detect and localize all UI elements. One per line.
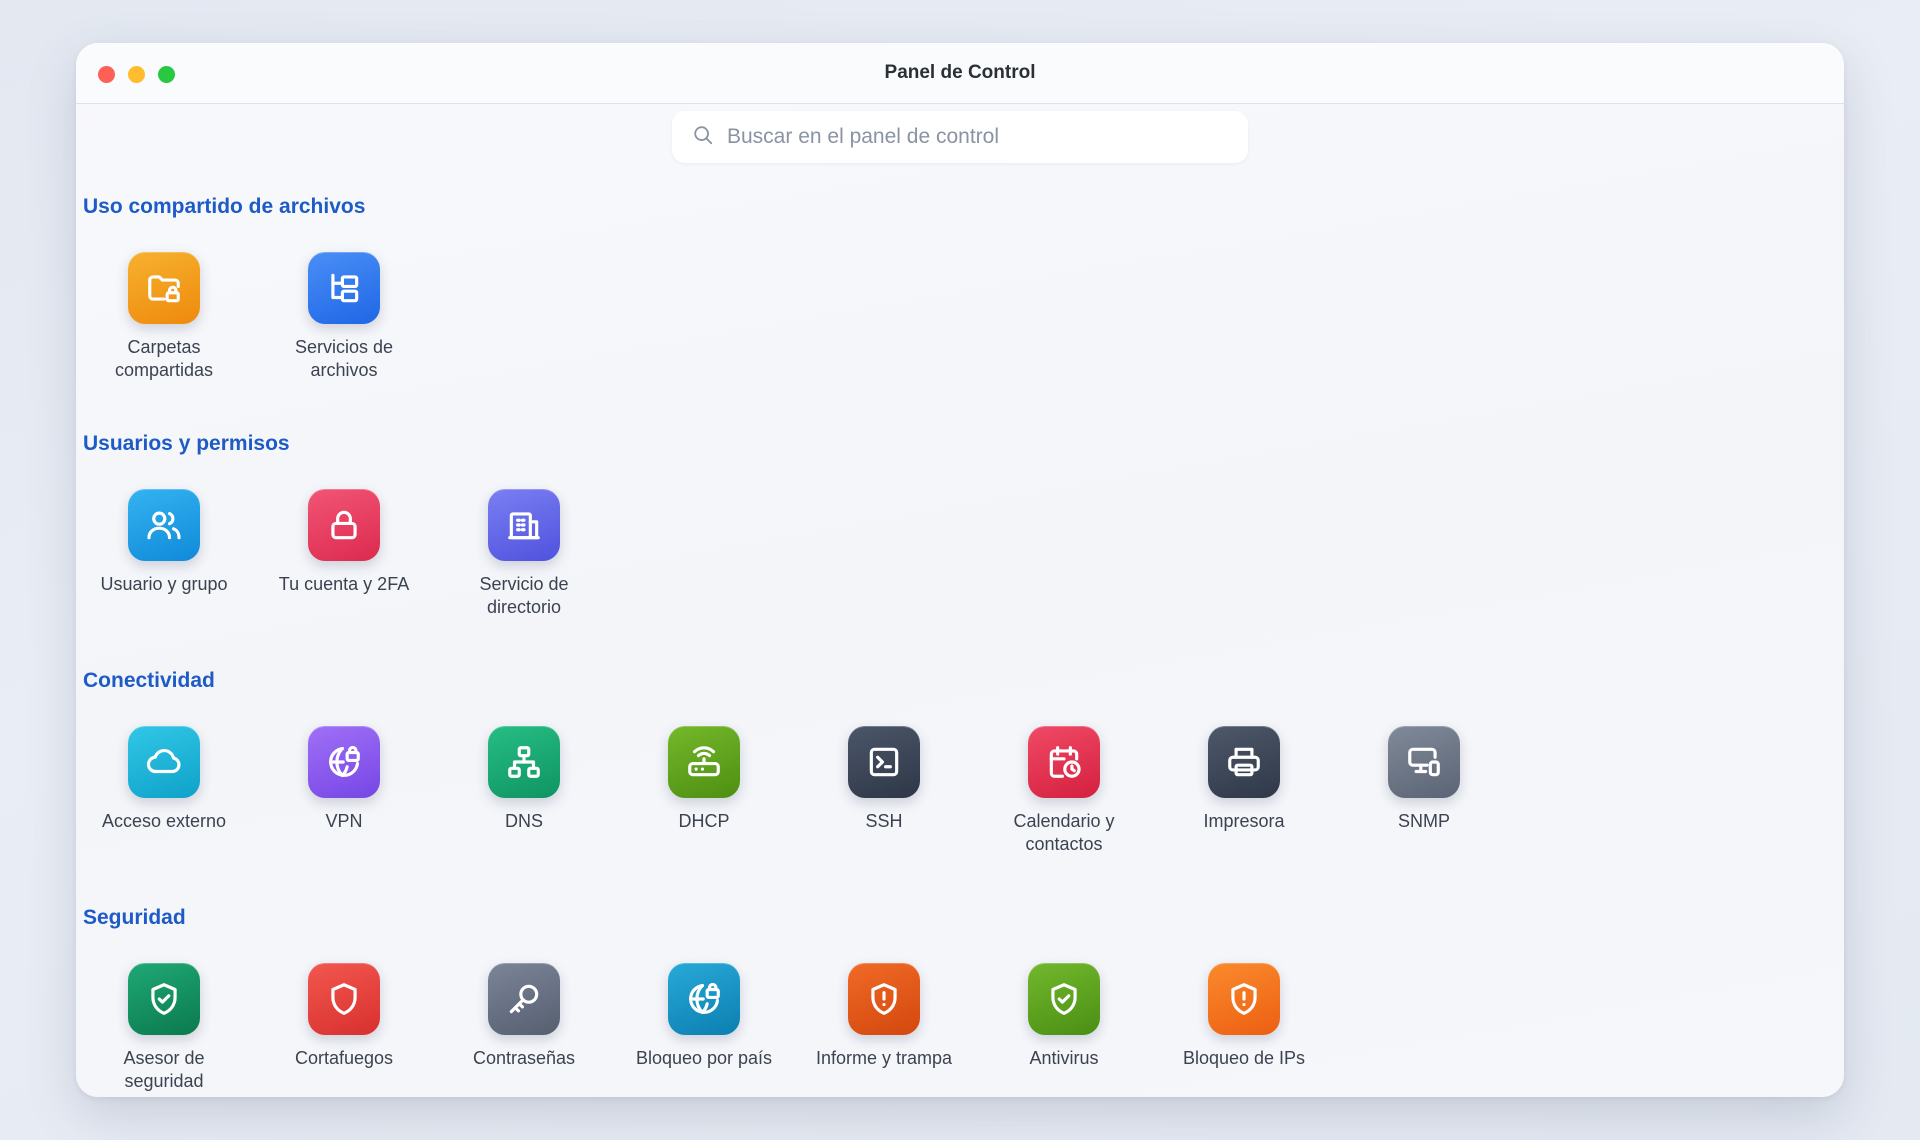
item-label: Servicios de archivos xyxy=(294,337,394,380)
search-icon xyxy=(692,124,714,151)
item-label: SNMP xyxy=(1397,811,1450,831)
item-label: Bloqueo de IPs xyxy=(1182,1048,1306,1068)
item-label: Calendario y contactos xyxy=(1013,811,1115,854)
item-label: Acceso externo xyxy=(101,811,227,831)
search-box[interactable] xyxy=(672,111,1248,163)
item-label: Bloqueo por país xyxy=(635,1048,773,1068)
item-vpn[interactable]: VPN xyxy=(264,726,424,833)
item-label: Cortafuegos xyxy=(294,1048,394,1068)
item-account-2fa[interactable]: Tu cuenta y 2FA xyxy=(264,489,424,596)
shield-alert-icon xyxy=(1208,963,1280,1035)
printer-icon xyxy=(1208,726,1280,798)
item-label: Usuario y grupo xyxy=(100,574,228,594)
item-label: SSH xyxy=(865,811,903,831)
router-icon xyxy=(668,726,740,798)
item-firewall[interactable]: Cortafuegos xyxy=(264,963,424,1070)
item-label: DNS xyxy=(504,811,543,831)
item-geo-block[interactable]: Bloqueo por país xyxy=(624,963,784,1070)
item-label: DHCP xyxy=(678,811,730,831)
item-label: VPN xyxy=(325,811,363,831)
shield-icon xyxy=(308,963,380,1035)
lock-icon xyxy=(308,489,380,561)
globe-lock-icon xyxy=(308,726,380,798)
section-title-users-permissions: Usuarios y permisos xyxy=(83,432,290,455)
title-bar: Panel de Control xyxy=(76,43,1844,104)
item-dns[interactable]: DNS xyxy=(444,726,604,833)
item-file-services[interactable]: Servicios de archivos xyxy=(264,252,424,382)
terminal-icon xyxy=(848,726,920,798)
key-icon xyxy=(488,963,560,1035)
item-snmp[interactable]: SNMP xyxy=(1344,726,1504,833)
item-label: Carpetas compartidas xyxy=(114,337,214,380)
control-panel-window: Panel de Control Uso compartido de archi… xyxy=(76,43,1844,1097)
folder-lock-icon xyxy=(128,252,200,324)
monitor-device-icon xyxy=(1388,726,1460,798)
item-ssh[interactable]: SSH xyxy=(804,726,964,833)
item-external-access[interactable]: Acceso externo xyxy=(84,726,244,833)
item-label: Antivirus xyxy=(1029,1048,1099,1068)
item-label: Informe y trampa xyxy=(815,1048,953,1068)
item-label: Impresora xyxy=(1203,811,1285,831)
cloud-icon xyxy=(128,726,200,798)
item-calendar-contacts[interactable]: Calendario y contactos xyxy=(984,726,1144,856)
shield-alert-icon xyxy=(848,963,920,1035)
item-ip-block[interactable]: Bloqueo de IPs xyxy=(1164,963,1324,1070)
item-directory-service[interactable]: Servicio de directorio xyxy=(444,489,604,619)
shield-check-icon xyxy=(128,963,200,1035)
item-label: Asesor de seguridad xyxy=(123,1048,205,1091)
folder-tree-icon xyxy=(308,252,380,324)
item-report-trap[interactable]: Informe y trampa xyxy=(804,963,964,1070)
network-icon xyxy=(488,726,560,798)
shield-check-icon xyxy=(1028,963,1100,1035)
item-printer[interactable]: Impresora xyxy=(1164,726,1324,833)
calendar-clock-icon xyxy=(1028,726,1100,798)
item-passwords[interactable]: Contraseñas xyxy=(444,963,604,1070)
section-title-security: Seguridad xyxy=(83,906,186,929)
building-icon xyxy=(488,489,560,561)
item-user-group[interactable]: Usuario y grupo xyxy=(84,489,244,596)
search-input[interactable] xyxy=(727,125,1227,149)
item-shared-folders[interactable]: Carpetas compartidas xyxy=(84,252,244,382)
globe-lock-icon xyxy=(668,963,740,1035)
item-antivirus[interactable]: Antivirus xyxy=(984,963,1144,1070)
item-label: Contraseñas xyxy=(472,1048,576,1068)
section-title-file-sharing: Uso compartido de archivos xyxy=(83,195,366,218)
item-label: Servicio de directorio xyxy=(479,574,569,617)
users-icon xyxy=(128,489,200,561)
item-label: Tu cuenta y 2FA xyxy=(278,574,410,594)
window-title: Panel de Control xyxy=(884,62,1036,83)
section-title-connectivity: Conectividad xyxy=(83,669,215,692)
item-dhcp[interactable]: DHCP xyxy=(624,726,784,833)
item-security-advisor[interactable]: Asesor de seguridad xyxy=(84,963,244,1093)
